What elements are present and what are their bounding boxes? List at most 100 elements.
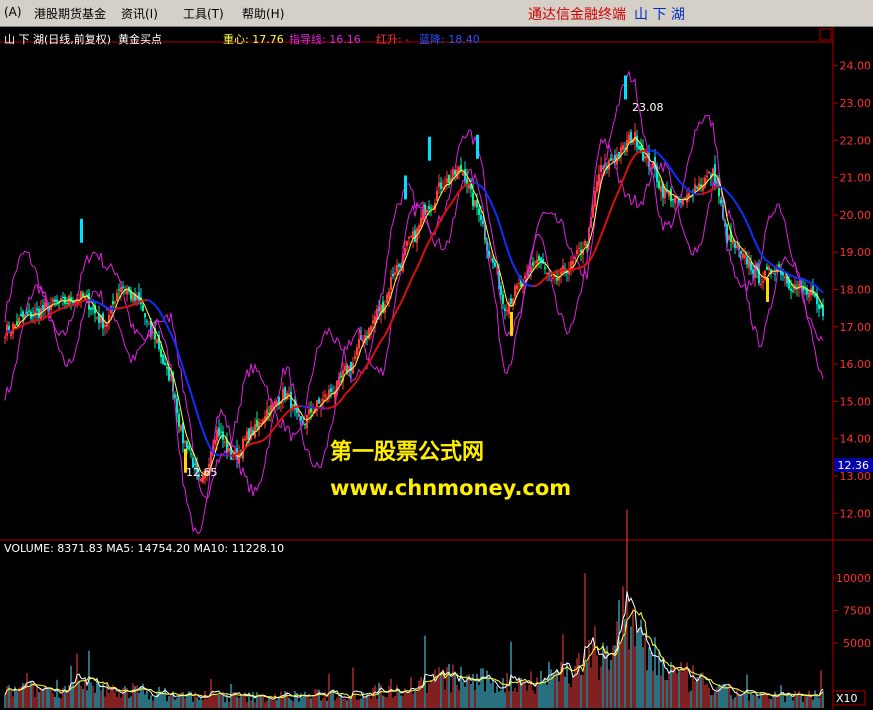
rise-line: [24, 322, 28, 326]
candle-body: [504, 308, 506, 311]
fall-line: [810, 282, 814, 285]
rise-line: [700, 192, 704, 196]
high-price-annotation: 23.08: [632, 101, 664, 114]
rise-line: [328, 406, 332, 410]
rise-line: [58, 307, 62, 311]
fall-line: [802, 277, 806, 281]
guide-value-label: 指导线: 16.16: [289, 33, 361, 46]
fall-line: [806, 280, 810, 284]
rise-line: [14, 327, 18, 330]
fall-line: [684, 186, 688, 190]
candle-body: [500, 285, 502, 295]
rise-line: [546, 274, 550, 278]
watermark-url: www.chnmoney.com: [330, 476, 572, 500]
candle-body: [784, 276, 786, 279]
candle-body: [96, 317, 98, 319]
rise-line: [238, 450, 242, 454]
fall-line: [790, 274, 794, 278]
rise-line: [464, 183, 468, 187]
candle-body: [412, 231, 414, 239]
candle-body: [772, 272, 774, 274]
menu-item-info[interactable]: 资讯(I): [121, 5, 158, 22]
price-tick-label: 17.00: [840, 321, 872, 334]
rise-line: [42, 316, 46, 320]
rise-line: [242, 447, 246, 451]
rise-line: [258, 440, 262, 443]
rise-line: [636, 151, 640, 155]
menu-item-a[interactable]: (A): [4, 5, 22, 19]
candle-body: [478, 208, 480, 215]
candle-body: [432, 205, 434, 207]
candle-body: [220, 431, 222, 433]
volume-header-label: VOLUME: 8371.83 MA5: 14754.20 MA10: 1122…: [4, 542, 285, 555]
fall-line: [722, 187, 726, 191]
menu-item-tools[interactable]: 工具(T): [183, 5, 224, 22]
rise-line: [250, 442, 254, 445]
rise-line: [644, 149, 648, 152]
fall-line: [152, 302, 156, 306]
candle-body: [740, 250, 742, 254]
rise-line: [560, 269, 564, 272]
candle-body: [90, 307, 92, 310]
candle-body: [38, 308, 40, 318]
fall-line: [662, 158, 666, 162]
candle-body: [708, 171, 710, 174]
candle-body: [622, 145, 624, 151]
candle-body: [310, 407, 312, 413]
menu-item-help[interactable]: 帮助(H): [242, 5, 284, 22]
candle-body: [728, 235, 730, 240]
fall-line: [104, 305, 108, 309]
candle-body: [764, 270, 766, 280]
rise-line: [16, 326, 20, 330]
fall-line: [776, 267, 780, 270]
rise-line: [66, 305, 70, 308]
price-tick-label: 22.00: [840, 134, 872, 147]
sell-signal-bar: [428, 136, 431, 161]
fall-line: [804, 278, 808, 282]
price-tick-label: 12.00: [840, 507, 872, 520]
candle-body: [732, 239, 734, 244]
candle-body: [224, 441, 226, 443]
candle-body: [570, 261, 572, 268]
menu-item-hk-futures[interactable]: 港股期货基金: [34, 5, 106, 22]
candle-body: [644, 156, 646, 159]
candle-body: [594, 190, 596, 207]
rise-line: [10, 329, 14, 333]
sell-signal-bar: [624, 75, 627, 100]
candle-body: [66, 302, 68, 304]
rise-line: [68, 304, 72, 307]
stock-name-link[interactable]: 山 下 湖: [634, 4, 685, 24]
fall-line: [524, 282, 528, 286]
rise-line: [48, 313, 52, 317]
rise-line: [128, 304, 132, 308]
candle-body: [448, 175, 450, 183]
candle-body: [658, 180, 660, 189]
fall-line: [808, 281, 812, 284]
kline-chart[interactable]: 24.00 23.00 22.00 21.00 20.00 19.00 18.00 17.00…: [0, 27, 873, 710]
candle-body: [166, 367, 168, 369]
fall-line: [652, 149, 656, 153]
volume-tick-label: 10000: [836, 572, 871, 585]
fall-line: [106, 306, 110, 310]
fall-line: [148, 299, 152, 303]
candle-body: [28, 310, 30, 312]
candle-body: [370, 325, 372, 331]
candle-body: [60, 298, 62, 301]
rise-line: [140, 299, 144, 303]
candle-body: [82, 293, 84, 297]
candle-body: [288, 393, 290, 395]
candle-body: [62, 296, 64, 298]
rise-line: [138, 300, 142, 303]
rise-line: [78, 300, 82, 304]
candle-body: [774, 273, 776, 275]
rise-line: [52, 310, 56, 314]
fall-line: [526, 283, 530, 287]
candle-body: [52, 299, 54, 303]
candle-body: [308, 409, 310, 415]
candle-body: [354, 356, 356, 359]
rise-line: [468, 181, 472, 185]
indicator-name-label: 黄金买点: [118, 33, 162, 46]
candle-body: [696, 187, 698, 189]
rise-line: [550, 271, 554, 275]
candle-body: [406, 241, 408, 246]
